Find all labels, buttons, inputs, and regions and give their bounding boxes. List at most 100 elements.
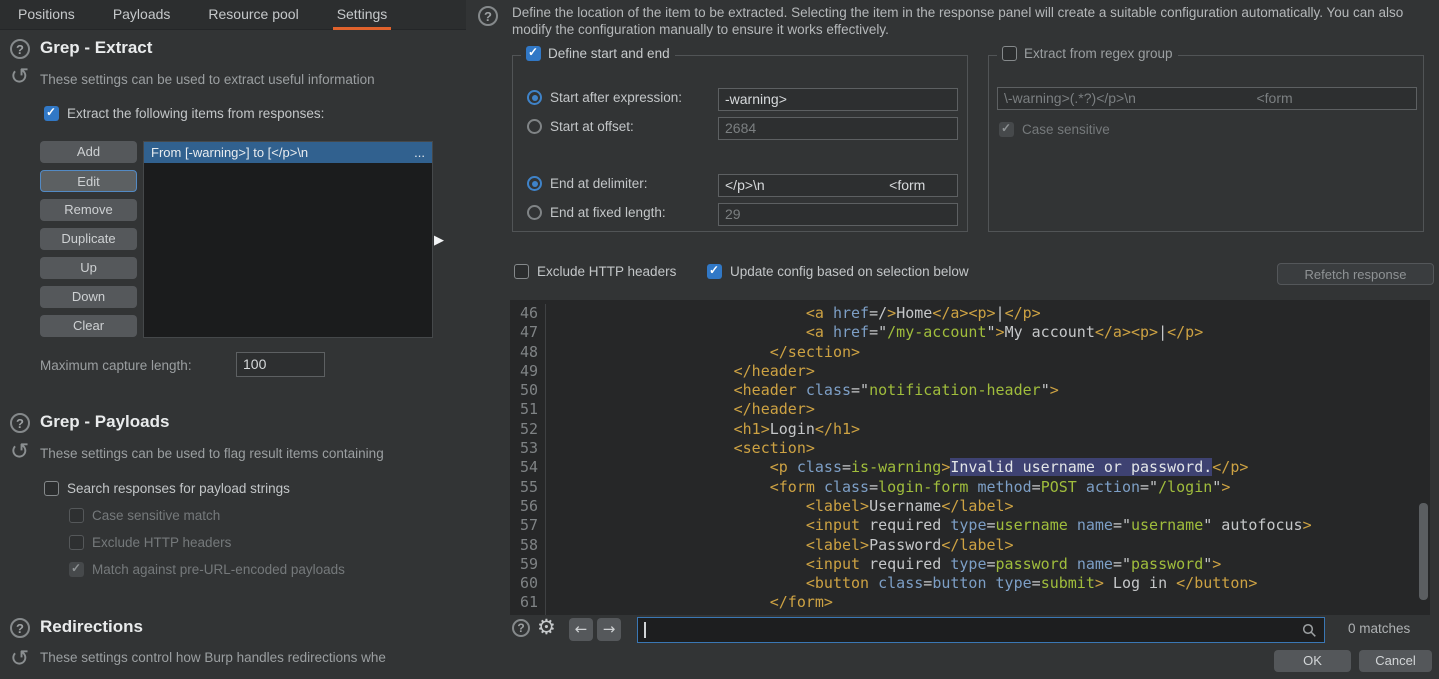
define-start-end-group: Define start and end Start after express…: [512, 55, 968, 232]
code-line: 49 </header>: [510, 362, 1430, 381]
extract-items-checkbox-row[interactable]: Extract the following items from respons…: [44, 106, 324, 121]
end-at-delimiter-input[interactable]: </p>\n <form: [718, 174, 958, 197]
search-responses-checkbox-row[interactable]: Search responses for payload strings: [44, 481, 290, 496]
help-icon[interactable]: ?: [10, 618, 30, 638]
duplicate-button[interactable]: Duplicate: [40, 228, 137, 250]
ok-button[interactable]: OK: [1274, 650, 1351, 672]
define-start-end-legend: Define start and end: [521, 46, 675, 61]
clear-button[interactable]: Clear: [40, 315, 137, 337]
case-sensitive-match-row[interactable]: Case sensitive match: [69, 508, 220, 523]
end-at-fixed-length-label: End at fixed length:: [550, 205, 666, 220]
vertical-scrollbar-thumb[interactable]: [1419, 503, 1428, 600]
intruder-settings-panel: Positions Payloads Resource pool Setting…: [0, 0, 466, 679]
tab-payloads[interactable]: Payloads: [109, 0, 175, 30]
refetch-response-button[interactable]: Refetch response: [1277, 263, 1434, 285]
match-pre-url-label: Match against pre-URL-encoded payloads: [92, 562, 345, 577]
search-next-button[interactable]: →: [597, 618, 621, 641]
collapse-panel-arrow-icon[interactable]: ▶: [434, 232, 444, 248]
search-input[interactable]: [637, 617, 1325, 643]
radio-selected-icon[interactable]: [527, 90, 542, 105]
end-at-delimiter-label: End at delimiter:: [550, 176, 648, 191]
extract-items-list[interactable]: From [-warning>] to [</p>\n ...: [143, 141, 433, 338]
line-number: 57: [510, 516, 546, 535]
add-button[interactable]: Add: [40, 141, 137, 163]
burp-intruder-window: Positions Payloads Resource pool Setting…: [0, 0, 1439, 679]
exclude-http-headers-option-label: Exclude HTTP headers: [537, 264, 676, 279]
response-code-panel[interactable]: 46 <a href=/>Home</a><p>|</p>47 <a href=…: [510, 300, 1430, 615]
extract-regex-checkbox[interactable]: [1002, 46, 1017, 61]
case-sensitive-match-label: Case sensitive match: [92, 508, 220, 523]
radio-selected-icon[interactable]: [527, 176, 542, 191]
max-capture-input[interactable]: 100: [236, 352, 325, 377]
extract-regex-legend: Extract from regex group: [997, 46, 1178, 61]
code-line: 50 <header class="notification-header">: [510, 381, 1430, 400]
line-number: 48: [510, 343, 546, 362]
list-item-ellipsis: ...: [414, 145, 425, 160]
list-item-text: From [-warning>] to [</p>\n: [151, 145, 308, 160]
define-start-end-title: Define start and end: [548, 46, 670, 61]
checkbox-unchecked-icon[interactable]: [44, 481, 59, 496]
start-after-expression-input[interactable]: -warning>: [718, 88, 958, 111]
intruder-tabbar: Positions Payloads Resource pool Setting…: [0, 0, 466, 30]
cancel-button[interactable]: Cancel: [1359, 650, 1432, 672]
start-at-offset-input[interactable]: 2684: [718, 117, 958, 140]
define-extract-grep-item-dialog: ? Define the location of the item to be …: [466, 0, 1439, 679]
code-line: 57 <input required type=username name="u…: [510, 516, 1430, 535]
line-number: 47: [510, 323, 546, 342]
code-line: 61 </form>: [510, 593, 1430, 612]
down-button[interactable]: Down: [40, 286, 137, 308]
checkbox-unchecked-icon[interactable]: [514, 264, 529, 279]
help-icon[interactable]: ?: [10, 413, 30, 433]
start-at-offset-row[interactable]: Start at offset:: [527, 119, 634, 134]
regex-input[interactable]: \-warning>(.*?)</p>\n <form: [997, 87, 1417, 110]
regex-case-sensitive-row[interactable]: Case sensitive: [999, 122, 1110, 137]
search-matches-count: 0 matches: [1348, 621, 1410, 636]
radio-unselected-icon[interactable]: [527, 205, 542, 220]
line-number: 55: [510, 478, 546, 497]
exclude-http-headers-option-row[interactable]: Exclude HTTP headers: [514, 264, 676, 279]
checkbox-checked-icon[interactable]: [44, 106, 59, 121]
end-at-fixed-length-input[interactable]: 29: [718, 203, 958, 226]
regex-case-sensitive-label: Case sensitive: [1022, 122, 1110, 137]
tab-resource-pool[interactable]: Resource pool: [204, 0, 302, 30]
section-description: These settings can be used to flag resul…: [40, 446, 466, 461]
search-previous-button[interactable]: ←: [569, 618, 593, 641]
radio-unselected-icon[interactable]: [527, 119, 542, 134]
start-after-expression-row[interactable]: Start after expression:: [527, 90, 682, 105]
help-icon[interactable]: ?: [10, 39, 30, 59]
start-at-offset-label: Start at offset:: [550, 119, 634, 134]
code-line: 46 <a href=/>Home</a><p>|</p>: [510, 304, 1430, 323]
match-pre-url-row[interactable]: Match against pre-URL-encoded payloads: [69, 562, 345, 577]
end-at-fixed-length-row[interactable]: End at fixed length:: [527, 205, 666, 220]
search-settings-gear-icon[interactable]: ⚙: [537, 615, 556, 639]
line-number: 53: [510, 439, 546, 458]
update-config-option-row[interactable]: Update config based on selection below: [707, 264, 969, 279]
exclude-http-headers-row[interactable]: Exclude HTTP headers: [69, 535, 231, 550]
list-item-selected[interactable]: From [-warning>] to [</p>\n ...: [144, 142, 432, 163]
dialog-help-text: Define the location of the item to be ex…: [512, 5, 1424, 38]
text-caret: [644, 622, 646, 638]
extract-items-checkbox-label: Extract the following items from respons…: [67, 106, 324, 121]
max-capture-label: Maximum capture length:: [40, 358, 240, 373]
checkbox-checked-icon[interactable]: [707, 264, 722, 279]
end-at-delimiter-row[interactable]: End at delimiter:: [527, 176, 648, 191]
line-number: 49: [510, 362, 546, 381]
line-number: 54: [510, 458, 546, 477]
code-line: 47 <a href="/my-account">My account</a><…: [510, 323, 1430, 342]
code-line: 56 <label>Username</label>: [510, 497, 1430, 516]
up-button[interactable]: Up: [40, 257, 137, 279]
edit-button[interactable]: Edit: [40, 170, 137, 192]
line-number: 52: [510, 420, 546, 439]
line-number: 56: [510, 497, 546, 516]
restore-defaults-icon[interactable]: ↺: [10, 441, 29, 461]
restore-defaults-icon[interactable]: ↺: [10, 648, 29, 668]
remove-button[interactable]: Remove: [40, 199, 137, 221]
search-help-icon[interactable]: ?: [512, 619, 530, 637]
section-title-redirections: Redirections: [40, 617, 143, 637]
define-start-end-checkbox[interactable]: [526, 46, 541, 61]
tab-positions[interactable]: Positions: [14, 0, 79, 30]
section-description: These settings can be used to extract us…: [40, 72, 466, 87]
restore-defaults-icon[interactable]: ↺: [10, 66, 29, 86]
help-icon[interactable]: ?: [478, 6, 498, 26]
tab-settings[interactable]: Settings: [333, 0, 392, 30]
